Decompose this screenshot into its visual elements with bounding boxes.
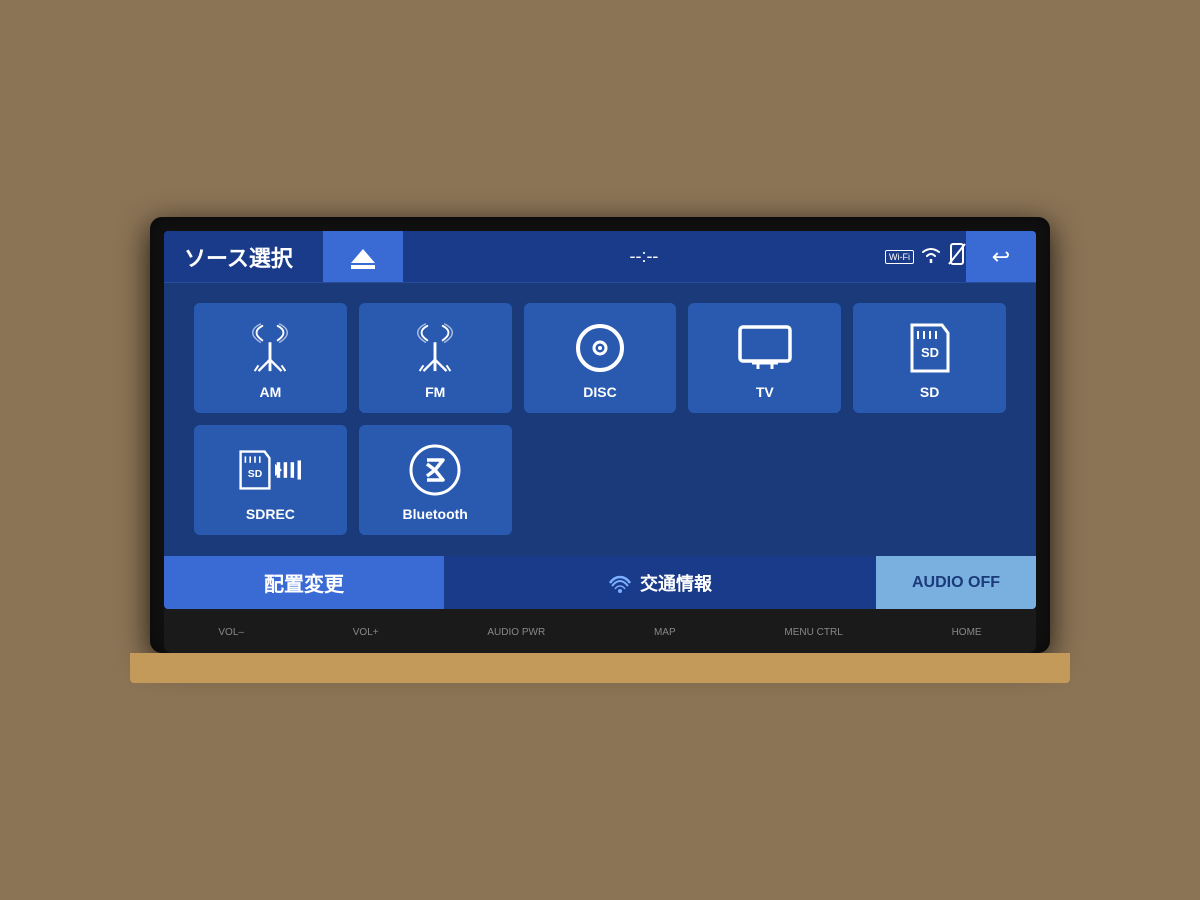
vol-minus-button[interactable]: VOL– bbox=[208, 624, 254, 638]
eject-icon bbox=[349, 243, 377, 271]
menu-ctrl-button[interactable]: MENU CTRL bbox=[774, 624, 852, 638]
wifi-label: Wi-Fi bbox=[885, 250, 914, 264]
disc-icon-area bbox=[574, 320, 626, 376]
sdrec-icon-area: SD bbox=[239, 442, 301, 498]
disc-label: DISC bbox=[583, 384, 616, 400]
sdrec-composite-icon: SD bbox=[239, 450, 301, 490]
sdrec-card-icon: SD bbox=[239, 450, 271, 490]
sd-button[interactable]: SD SD bbox=[853, 303, 1006, 413]
phone-icon bbox=[948, 243, 966, 265]
cardboard-base bbox=[130, 653, 1070, 683]
map-label: MAP bbox=[654, 627, 676, 638]
am-antenna-icon bbox=[248, 323, 292, 373]
map-button[interactable]: MAP bbox=[644, 624, 686, 638]
fm-icon bbox=[413, 320, 457, 376]
home-button[interactable]: HOME bbox=[942, 624, 992, 638]
traffic-radio-icon bbox=[608, 573, 632, 593]
tv-icon bbox=[738, 325, 792, 371]
back-icon: ↩ bbox=[992, 244, 1010, 270]
bluetooth-button[interactable]: Bluetooth bbox=[359, 425, 512, 535]
traffic-label: 交通情報 bbox=[640, 570, 712, 596]
screen-title: ソース選択 bbox=[164, 241, 313, 273]
audio-off-label: AUDIO OFF bbox=[912, 574, 1000, 592]
svg-text:SD: SD bbox=[921, 345, 939, 360]
back-button[interactable]: ↩ bbox=[966, 231, 1036, 282]
audio-pwr-button[interactable]: AUDIO PWR bbox=[477, 624, 555, 638]
disc-icon bbox=[574, 322, 626, 374]
fm-antenna-icon bbox=[413, 323, 457, 373]
vol-minus-label: VOL– bbox=[218, 627, 244, 638]
audio-off-button[interactable]: AUDIO OFF bbox=[876, 556, 1036, 609]
device-frame: ソース選択 --:-- Wi-Fi bbox=[150, 217, 1050, 653]
bluetooth-icon-area bbox=[409, 442, 461, 498]
fm-label: FM bbox=[425, 384, 445, 400]
traffic-button[interactable]: 交通情報 bbox=[444, 556, 876, 609]
screen: ソース選択 --:-- Wi-Fi bbox=[164, 231, 1036, 609]
sdrec-label: SDREC bbox=[246, 506, 295, 522]
arrange-button[interactable]: 配置変更 bbox=[164, 556, 444, 609]
sd-label: SD bbox=[920, 384, 939, 400]
sdrec-button[interactable]: SD bbox=[194, 425, 347, 535]
wifi-signal-icon bbox=[920, 245, 942, 263]
am-icon bbox=[248, 320, 292, 376]
eject-button[interactable] bbox=[323, 231, 403, 282]
fm-button[interactable]: FM bbox=[359, 303, 512, 413]
bluetooth-icon bbox=[409, 444, 461, 496]
am-button[interactable]: AM bbox=[194, 303, 347, 413]
no-signal-icon bbox=[948, 243, 966, 270]
am-label: AM bbox=[260, 384, 282, 400]
physical-buttons: VOL– VOL+ AUDIO PWR MAP MENU CTRL HOME bbox=[164, 609, 1036, 653]
top-bar: ソース選択 --:-- Wi-Fi bbox=[164, 231, 1036, 283]
audio-pwr-label: AUDIO PWR bbox=[487, 627, 545, 638]
home-label: HOME bbox=[952, 627, 982, 638]
tv-button[interactable]: TV bbox=[688, 303, 841, 413]
disc-button[interactable]: DISC bbox=[524, 303, 677, 413]
tv-icon-area bbox=[738, 320, 792, 376]
sdrec-play-icon bbox=[275, 457, 301, 483]
svg-text:SD: SD bbox=[248, 469, 263, 480]
arrange-label: 配置変更 bbox=[264, 568, 344, 597]
sd-icon-area: SD bbox=[910, 320, 950, 376]
vol-plus-button[interactable]: VOL+ bbox=[343, 624, 389, 638]
bluetooth-label: Bluetooth bbox=[403, 506, 468, 522]
time-display: --:-- bbox=[403, 246, 885, 267]
status-icons: Wi-Fi bbox=[885, 243, 966, 270]
tv-label: TV bbox=[756, 384, 774, 400]
vol-plus-label: VOL+ bbox=[353, 627, 379, 638]
bottom-bar: 配置変更 交通情報 AUDIO OFF bbox=[164, 555, 1036, 609]
menu-ctrl-label: MENU CTRL bbox=[784, 627, 842, 638]
source-grid: AM bbox=[164, 283, 1036, 555]
outer-wrapper: ソース選択 --:-- Wi-Fi bbox=[130, 217, 1070, 683]
wifi-icon bbox=[920, 245, 942, 268]
sd-card-icon: SD bbox=[910, 323, 950, 373]
